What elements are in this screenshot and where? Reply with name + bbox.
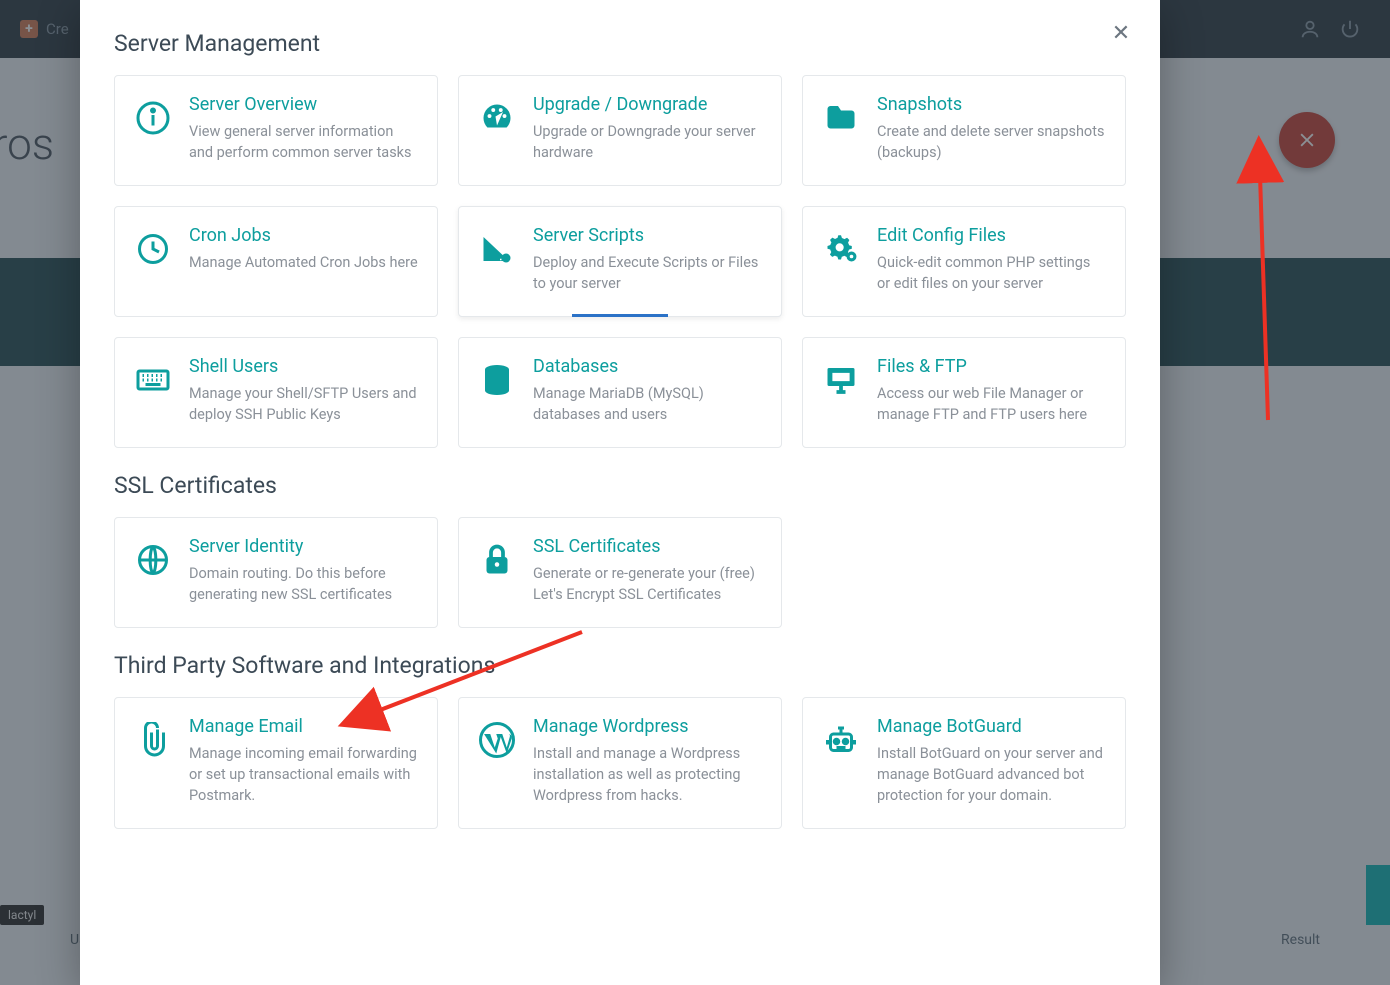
card-snapshots[interactable]: Snapshots Create and delete server snaps… (802, 75, 1126, 186)
section-title-third-party: Third Party Software and Integrations (114, 652, 1126, 679)
card-desc: Quick-edit common PHP settings or edit f… (877, 252, 1107, 294)
card-desc: Install and manage a Wordpress installat… (533, 743, 763, 806)
card-server-scripts[interactable]: Server Scripts Deploy and Execute Script… (458, 206, 782, 317)
robot-icon (821, 720, 861, 760)
card-databases[interactable]: Databases Manage MariaDB (MySQL) databas… (458, 337, 782, 448)
section-title-ssl: SSL Certificates (114, 472, 1126, 499)
card-desc: Generate or re-generate your (free) Let'… (533, 563, 763, 605)
card-title: Databases (533, 356, 763, 377)
card-title: Server Identity (189, 536, 419, 557)
card-desc: Manage MariaDB (MySQL) databases and use… (533, 383, 763, 425)
card-title: Snapshots (877, 94, 1107, 115)
card-title: SSL Certificates (533, 536, 763, 557)
card-title: Shell Users (189, 356, 419, 377)
third-party-grid: Manage Email Manage incoming email forwa… (114, 697, 1126, 829)
server-management-modal: ✕ Server Management Server Overview View… (80, 0, 1160, 985)
close-icon: ✕ (1112, 21, 1130, 46)
folder-icon (821, 98, 861, 138)
card-title: Cron Jobs (189, 225, 419, 246)
card-edit-config-files[interactable]: Edit Config Files Quick-edit common PHP … (802, 206, 1126, 317)
card-desc: Install BotGuard on your server and mana… (877, 743, 1107, 806)
card-manage-wordpress[interactable]: Manage Wordpress Install and manage a Wo… (458, 697, 782, 829)
card-cron-jobs[interactable]: Cron Jobs Manage Automated Cron Jobs her… (114, 206, 438, 317)
card-desc: Access our web File Manager or manage FT… (877, 383, 1107, 425)
card-manage-email[interactable]: Manage Email Manage incoming email forwa… (114, 697, 438, 829)
close-button[interactable]: ✕ (1106, 18, 1136, 48)
card-title: Server Scripts (533, 225, 763, 246)
dashboard-icon (477, 98, 517, 138)
card-desc: Manage your Shell/SFTP Users and deploy … (189, 383, 419, 425)
globe-icon (133, 540, 173, 580)
card-shell-users[interactable]: Shell Users Manage your Shell/SFTP Users… (114, 337, 438, 448)
card-title: Edit Config Files (877, 225, 1107, 246)
card-desc: Domain routing. Do this before generatin… (189, 563, 419, 605)
card-desc: Manage incoming email forwarding or set … (189, 743, 419, 806)
card-title: Manage Wordpress (533, 716, 763, 737)
database-icon (477, 360, 517, 400)
paperclip-icon (133, 720, 173, 760)
server-management-grid: Server Overview View general server info… (114, 75, 1126, 448)
card-title: Server Overview (189, 94, 419, 115)
card-title: Upgrade / Downgrade (533, 94, 763, 115)
ssl-grid: Server Identity Domain routing. Do this … (114, 517, 1126, 628)
card-desc: Manage Automated Cron Jobs here (189, 252, 419, 273)
card-desc: Create and delete server snapshots (back… (877, 121, 1107, 163)
section-title-server-management: Server Management (114, 30, 1126, 57)
card-title: Manage Email (189, 716, 419, 737)
monitor-icon (821, 360, 861, 400)
clock-icon (133, 229, 173, 269)
lock-icon (477, 540, 517, 580)
card-title: Manage BotGuard (877, 716, 1107, 737)
wordpress-icon (477, 720, 517, 760)
gears-icon (821, 229, 861, 269)
card-upgrade-downgrade[interactable]: Upgrade / Downgrade Upgrade or Downgrade… (458, 75, 782, 186)
card-desc: Deploy and Execute Scripts or Files to y… (533, 252, 763, 294)
card-desc: Upgrade or Downgrade your server hardwar… (533, 121, 763, 163)
card-desc: View general server information and perf… (189, 121, 419, 163)
card-manage-botguard[interactable]: Manage BotGuard Install BotGuard on your… (802, 697, 1126, 829)
card-server-overview[interactable]: Server Overview View general server info… (114, 75, 438, 186)
card-server-identity[interactable]: Server Identity Domain routing. Do this … (114, 517, 438, 628)
keyboard-icon (133, 360, 173, 400)
script-icon (477, 229, 517, 269)
info-icon (133, 98, 173, 138)
card-ssl-certificates[interactable]: SSL Certificates Generate or re-generate… (458, 517, 782, 628)
card-files-ftp[interactable]: Files & FTP Access our web File Manager … (802, 337, 1126, 448)
card-title: Files & FTP (877, 356, 1107, 377)
